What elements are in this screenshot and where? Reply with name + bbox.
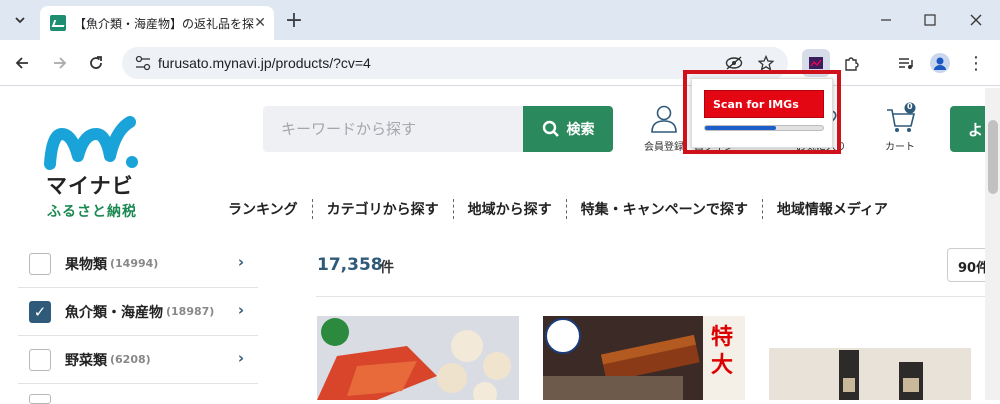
nav-category[interactable]: カテゴリから探す [313,199,453,219]
logo-subtitle: ふるさと納税 [47,204,137,220]
product-image-bottles[interactable] [769,348,971,400]
back-icon[interactable] [8,49,36,77]
logo-mark-icon[interactable] [44,116,144,176]
person-icon[interactable] [646,104,682,134]
category-checkbox[interactable] [29,348,51,371]
svg-text:大: 大 [711,353,733,378]
site-info-icon[interactable] [134,55,152,71]
product-image-eel[interactable]: 特 大 [543,316,745,400]
category-row-fruit[interactable]: 果物類 (14994) › [18,240,258,288]
nav-campaign[interactable]: 特集・キャンペーンで探す [567,199,762,219]
media-queue-icon[interactable] [892,49,920,77]
search-input[interactable] [263,106,525,152]
cart-icon[interactable]: 0 [884,102,918,134]
nav-ranking[interactable]: ランキング [214,199,312,219]
result-unit: 件 [380,260,394,276]
tab-search-icon[interactable] [6,6,34,34]
favicon-icon [50,15,66,31]
cart-label[interactable]: カート [874,138,926,153]
cart-badge: 0 [907,102,913,111]
profile-avatar-icon[interactable] [926,49,954,77]
results-divider [316,296,986,297]
tab-strip: 【魚介類・海産物】の返礼品を探す ✕ + [0,0,1000,40]
chevron-right-icon[interactable]: › [238,253,244,271]
category-checkbox[interactable] [29,252,51,275]
logo-name[interactable]: マイナビ [46,170,134,200]
scrollbar-thumb[interactable] [988,120,998,194]
search-button[interactable]: 検索 [523,106,613,152]
svg-text:特: 特 [711,324,733,350]
result-count: 17,358 [317,255,383,275]
chevron-right-icon[interactable]: › [238,349,244,367]
nav-region[interactable]: 地域から探す [454,199,566,219]
kebab-menu-icon[interactable]: ⋮ [962,49,990,77]
search-button-label: 検索 [566,122,595,138]
main-nav: ランキング カテゴリから探す 地域から探す 特集・キャンペーンで探す 地域情報メ… [214,198,902,220]
new-tab-icon[interactable]: + [280,6,308,34]
reload-icon[interactable] [82,49,110,77]
category-label: 魚介類・海産物 [65,304,163,321]
category-checkbox[interactable] [29,394,51,404]
category-count: (14994) [110,257,159,270]
product-image-crab[interactable] [317,316,519,400]
category-row-seafood[interactable]: ✓ 魚介類・海産物 (18987) › [18,288,258,336]
category-count: (18987) [166,305,215,318]
nav-media[interactable]: 地域情報メディア [763,199,902,219]
category-count: (6208) [110,353,151,366]
tab-active[interactable]: 【魚介類・海産物】の返礼品を探す ✕ [40,6,274,40]
category-checkbox-checked[interactable]: ✓ [29,300,51,323]
category-label: 果物類 [65,256,107,273]
close-window-icon[interactable] [962,6,990,34]
minimize-icon[interactable] [872,6,900,34]
category-row-vegetable[interactable]: 野菜類 (6208) › [18,336,258,384]
tab-close-icon[interactable]: ✕ [254,15,266,31]
maximize-icon[interactable] [916,6,944,34]
extensions-puzzle-icon[interactable] [838,49,866,77]
tab-title: 【魚介類・海産物】の返礼品を探す [74,16,254,31]
highlight-box [683,70,841,154]
forward-icon[interactable] [46,49,74,77]
per-page-select[interactable]: 90件 [947,248,987,282]
category-label: 野菜類 [65,352,107,369]
url-text[interactable]: furusato.mynavi.jp/products/?cv=4 [158,55,371,71]
chevron-right-icon[interactable]: › [238,301,244,319]
search-icon [542,120,559,137]
